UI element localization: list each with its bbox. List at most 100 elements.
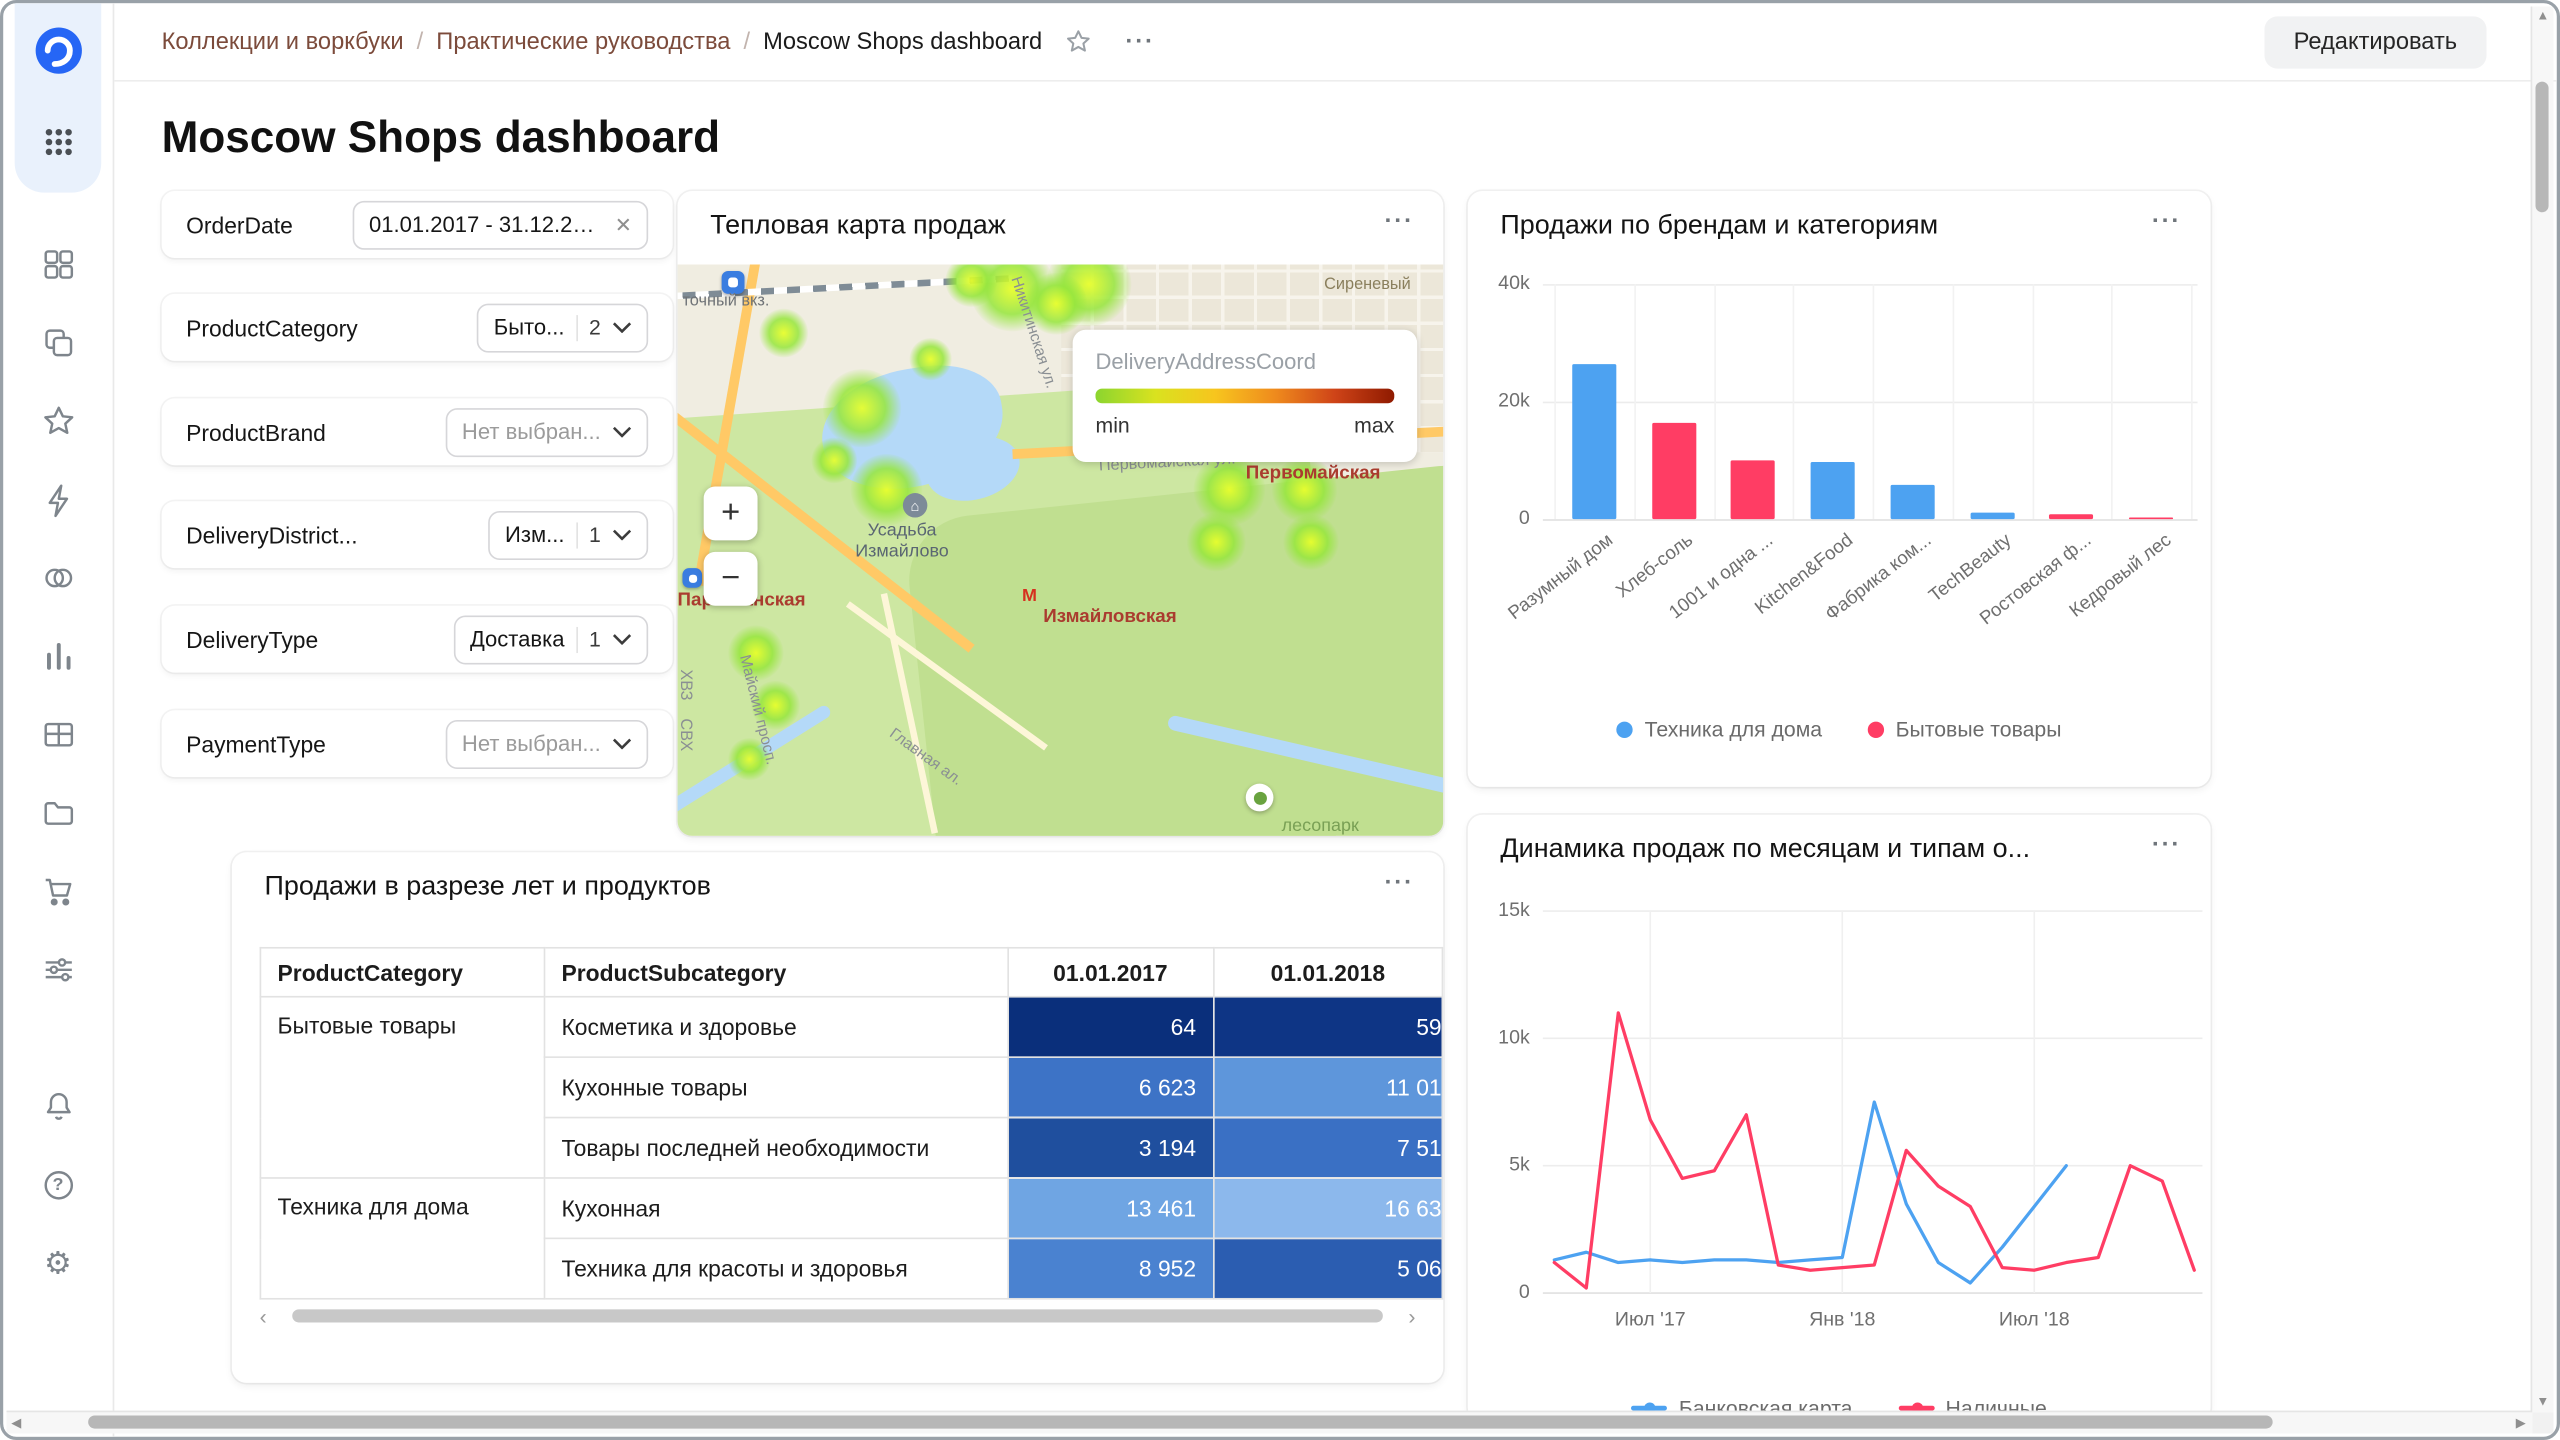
sidebar-item-files[interactable]	[3, 774, 112, 852]
help-icon[interactable]: ?	[3, 1146, 112, 1224]
deliverytype-select[interactable]: Доставка 1	[453, 614, 649, 664]
table-scroll-thumb[interactable]	[292, 1309, 1383, 1323]
scroll-arrow-up-icon[interactable]: ▲	[2532, 9, 2553, 23]
orderdate-range-input[interactable]: 01.01.2017 - 31.12.2017 ✕	[352, 199, 649, 249]
table-horizontal-scrollbar: ‹ ›	[260, 1304, 1416, 1327]
widget-title: Продажи в разрезе лет и продуктов	[264, 871, 711, 902]
table-cell-value-2017: 64	[1006, 995, 1215, 1058]
page-title: Moscow Shops dashboard	[161, 112, 721, 162]
chevron-down-icon	[612, 738, 632, 750]
legend-item[interactable]: Бытовые товары	[1867, 717, 2061, 741]
widget-menu-icon[interactable]: ···	[1384, 869, 1413, 897]
heat-spot	[909, 337, 952, 381]
legend-item[interactable]: Техника для дома	[1616, 716, 1823, 742]
scrollbar-corner	[2532, 1412, 2554, 1434]
widget-title: Тепловая карта продаж	[710, 210, 1006, 240]
top-bar: Коллекции и воркбуки / Практические руко…	[112, 3, 2557, 82]
grid-line	[1542, 284, 2198, 286]
bar	[1890, 485, 1935, 520]
selected-count-badge: 1	[589, 522, 601, 547]
filter-paymenttype: PaymentType Нет выбран...	[161, 710, 673, 778]
map-canvas[interactable]: точный вкз. Сиреневый Никитинская ул. Пе…	[677, 264, 1444, 836]
edit-button[interactable]: Редактировать	[2264, 15, 2487, 68]
window-vertical-scrollbar[interactable]: ▲ ▼	[2530, 6, 2554, 1413]
line-chart-widget-card: Динамика продаж по месяцам и типам о... …	[1467, 814, 2211, 1414]
scroll-right-icon[interactable]: ›	[1396, 1305, 1415, 1326]
zoom-out-button[interactable]: −	[703, 551, 758, 606]
horizontal-scroll-thumb[interactable]	[88, 1415, 2273, 1429]
scroll-arrow-left-icon[interactable]: ◀	[7, 1416, 27, 1429]
sidebar-item-navigation[interactable]	[3, 225, 112, 303]
filter-productbrand: ProductBrand Нет выбран...	[161, 398, 673, 466]
sidebar-item-connections[interactable]	[3, 539, 112, 617]
notifications-bell-icon[interactable]	[3, 1068, 112, 1146]
bar	[2129, 516, 2174, 520]
productcategory-select[interactable]: Быто... 2	[477, 302, 649, 352]
scroll-arrow-right-icon[interactable]: ▶	[2511, 1416, 2531, 1429]
zoom-in-button[interactable]: +	[703, 486, 758, 541]
axis-category-label: Разумный дом	[1505, 530, 1618, 624]
metro-m-icon: М	[1022, 586, 1038, 606]
paymenttype-select[interactable]: Нет выбран...	[445, 719, 649, 769]
table-column-header: ProductCategory	[259, 946, 546, 998]
table-cell-subcategory: Товары последней необходимости	[543, 1116, 1009, 1179]
sidebar-item-marketplace[interactable]	[3, 852, 112, 930]
legend-dot-icon	[1616, 720, 1634, 738]
breadcrumb-collections[interactable]: Коллекции и воркбуки	[162, 29, 404, 55]
bar	[1572, 363, 1617, 520]
axis-category-label: TechBeauty	[1926, 530, 2016, 607]
deliverydistrict-select[interactable]: Изм... 1	[488, 510, 649, 560]
table-cell-value-2018: 59	[1212, 995, 1444, 1058]
bar	[1731, 460, 1776, 520]
sidebar-item-workbooks[interactable]	[3, 304, 112, 382]
divider	[575, 314, 578, 341]
map-label: ХВЗ	[677, 669, 694, 701]
clear-icon[interactable]: ✕	[615, 212, 632, 237]
vertical-scroll-thumb[interactable]	[2535, 81, 2549, 213]
bar	[1651, 422, 1696, 520]
sidebar-item-datasets[interactable]	[3, 696, 112, 774]
line-chart-plot: 0 5k 10k 15k Июл '17 Янв '18 Июл '18	[1468, 815, 2211, 1414]
widget-menu-icon[interactable]: ···	[1384, 207, 1413, 235]
select-placeholder: Нет выбран...	[461, 419, 601, 445]
grid-line	[1542, 401, 2198, 404]
apps-grid-icon[interactable]	[41, 124, 77, 160]
select-value: Изм...	[505, 522, 565, 547]
productbrand-select[interactable]: Нет выбран...	[445, 407, 649, 457]
axis-tick-label: 0	[1518, 1279, 1530, 1303]
scroll-arrow-down-icon[interactable]: ▼	[2532, 1395, 2553, 1409]
filter-label: DeliveryType	[186, 626, 319, 653]
bar-chart-widget-card: Продажи по брендам и категориям ··· 0 20k…	[1467, 191, 2211, 787]
window-horizontal-scrollbar[interactable]: ◀ ▶	[6, 1410, 2533, 1434]
table-cell-value-2017: 8 952	[1006, 1237, 1215, 1300]
legend-label: Техника для дома	[1644, 716, 1823, 742]
select-value: Быто...	[493, 315, 565, 340]
sidebar: ? ⚙	[3, 3, 115, 1437]
scroll-left-icon[interactable]: ‹	[260, 1305, 280, 1326]
pivot-table: ProductCategory ProductSubcategory 01.01.2…	[259, 946, 1444, 1300]
datalens-logo-icon[interactable]	[31, 23, 87, 79]
breadcrumb-guides[interactable]: Практические руководства	[436, 29, 730, 55]
axis-tick-label: 0	[1518, 506, 1530, 529]
favorite-star-icon[interactable]	[1065, 28, 1093, 56]
gear-icon[interactable]: ⚙	[3, 1224, 112, 1302]
filter-deliverydistrict: DeliveryDistrict... Изм... 1	[161, 501, 673, 569]
legend-max-label: max	[1354, 413, 1395, 438]
table-cell-value-2017: 3 194	[1006, 1116, 1215, 1179]
page-more-menu-icon[interactable]: ···	[1125, 28, 1154, 56]
breadcrumb-separator: /	[743, 28, 751, 55]
sidebar-item-favorites[interactable]	[3, 382, 112, 460]
map-label: СВХ	[677, 718, 694, 752]
grid-line	[1554, 284, 1556, 520]
metro-station-label: Измайловская	[1043, 607, 1177, 627]
sidebar-item-charts[interactable]	[3, 617, 112, 695]
filter-deliverytype: DeliveryType Доставка 1	[161, 605, 673, 673]
heatmap-widget-card: Тепловая карта продаж ··· точный вкз. Си…	[677, 191, 1444, 836]
sidebar-item-services[interactable]	[3, 931, 112, 1009]
sidebar-item-lightning[interactable]	[3, 460, 112, 538]
table-cell-value-2018: 16 63	[1212, 1177, 1444, 1240]
map-label: точный вкз.	[682, 292, 770, 311]
table-row: Бытовые товары Косметика и здоровье 64 59	[259, 995, 1444, 1179]
axis-tick-label: 5k	[1509, 1152, 1530, 1176]
table-cell-value-2018: 11 01	[1212, 1056, 1444, 1119]
